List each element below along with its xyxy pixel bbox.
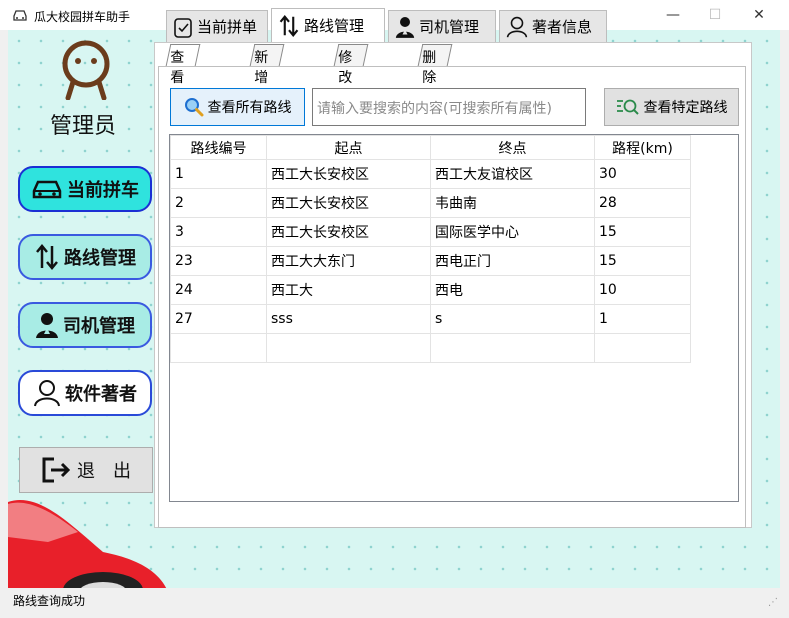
nav-route-management-button[interactable]: 路线管理	[18, 234, 152, 280]
subtab-edit-route[interactable]: 修改路线	[333, 44, 369, 126]
minimize-button[interactable]: —	[650, 0, 696, 30]
user-outline-icon	[506, 16, 528, 37]
table-row[interactable]: 3 西工大长安校区 国际医学中心 15	[170, 217, 691, 247]
cell-end[interactable]: 韦曲南	[430, 188, 595, 218]
nav-driver-management-button[interactable]: 司机管理	[18, 302, 152, 348]
nav-label: 当前拼车	[67, 180, 139, 201]
column-header-route-id[interactable]: 路线编号	[170, 135, 267, 160]
cell-end[interactable]: 西电正门	[430, 246, 595, 276]
cell-start[interactable]: 西工大长安校区	[266, 159, 431, 189]
admin-label: 管理员	[50, 114, 117, 139]
cell-distance[interactable]: 1	[594, 304, 691, 334]
status-text: 路线查询成功	[13, 594, 86, 608]
cell-end[interactable]	[430, 333, 595, 363]
cell-route-id[interactable]	[170, 333, 267, 363]
cell-end[interactable]: 西电	[430, 275, 595, 305]
routes-table[interactable]: 路线编号 起点 终点 路程(km) 1 西工大长安校区 西工大友谊校区 30 2…	[169, 134, 739, 502]
cell-start[interactable]: 西工大长安校区	[266, 217, 431, 247]
subtab-delete-route[interactable]: 删除路线	[417, 44, 453, 126]
cell-route-id[interactable]: 1	[170, 159, 267, 189]
table-row-empty[interactable]	[170, 333, 691, 363]
view-all-routes-button[interactable]: 查看所有路线	[170, 88, 305, 126]
admin-avatar-icon	[62, 40, 110, 100]
cell-end[interactable]: s	[430, 304, 595, 334]
cell-route-id[interactable]: 3	[170, 217, 267, 247]
column-header-end[interactable]: 终点	[430, 135, 595, 160]
subtab-view-routes[interactable]: 查看路线	[165, 44, 201, 126]
cell-start[interactable]: 西工大大东门	[266, 246, 431, 276]
cell-distance[interactable]: 10	[594, 275, 691, 305]
tab-label: 路线管理	[304, 17, 365, 35]
tab-driver-management[interactable]: 司机管理	[388, 10, 496, 42]
search-input[interactable]: 请输入要搜索的内容(可搜索所有属性)	[312, 88, 586, 126]
cell-distance[interactable]: 28	[594, 188, 691, 218]
driver-icon	[36, 313, 58, 338]
cell-route-id[interactable]: 27	[170, 304, 267, 334]
cell-distance[interactable]	[594, 333, 691, 363]
exit-label: 退 出	[77, 461, 131, 482]
window-title: 瓜大校园拼车助手	[34, 10, 131, 24]
app-window: 瓜大校园拼车助手 — ☐ ✕ 管理员 当前拼车 路线管理 司机管理 软件著者 退…	[0, 0, 789, 618]
view-specific-route-button[interactable]: 查看特定路线	[604, 88, 739, 126]
tab-route-management[interactable]: 路线管理	[271, 8, 385, 42]
cell-start[interactable]: sss	[266, 304, 431, 334]
red-car-decoration	[8, 500, 166, 588]
view-specific-label: 查看特定路线	[643, 100, 728, 116]
view-all-label: 查看所有路线	[207, 100, 292, 116]
cell-start[interactable]: 西工大长安校区	[266, 188, 431, 218]
up-down-arrows-icon	[279, 14, 299, 37]
close-button[interactable]: ✕	[736, 0, 782, 30]
maximize-button[interactable]: ☐	[692, 0, 738, 30]
cell-start[interactable]: 西工大	[266, 275, 431, 305]
column-header-start[interactable]: 起点	[266, 135, 431, 160]
nav-label: 软件著者	[65, 384, 137, 405]
cell-route-id[interactable]: 23	[170, 246, 267, 276]
nav-current-carpool-button[interactable]: 当前拼车	[18, 166, 152, 212]
tab-label: 当前拼单	[197, 18, 258, 36]
car-app-icon	[13, 10, 27, 21]
nav-label: 路线管理	[64, 248, 136, 269]
resize-grip-icon[interactable]: ⋰	[768, 597, 778, 608]
tab-author-info[interactable]: 著者信息	[499, 10, 607, 42]
cell-route-id[interactable]: 24	[170, 275, 267, 305]
car-icon	[32, 180, 62, 199]
driver-icon	[395, 16, 415, 38]
cell-distance[interactable]: 15	[594, 217, 691, 247]
table-row[interactable]: 23 西工大大东门 西电正门 15	[170, 246, 691, 276]
subtab-add-route[interactable]: 新增路线	[249, 44, 285, 126]
clipboard-icon	[174, 17, 192, 38]
table-row[interactable]: 1 西工大长安校区 西工大友谊校区 30	[170, 159, 691, 189]
search-placeholder: 请输入要搜索的内容(可搜索所有属性)	[317, 101, 552, 117]
cell-end[interactable]: 国际医学中心	[430, 217, 595, 247]
cell-distance[interactable]: 30	[594, 159, 691, 189]
exit-icon	[42, 457, 71, 483]
column-header-distance[interactable]: 路程(km)	[594, 135, 691, 160]
table-header-row: 路线编号 起点 终点 路程(km)	[170, 135, 691, 160]
table-row[interactable]: 24 西工大 西电 10	[170, 275, 691, 305]
cell-route-id[interactable]: 2	[170, 188, 267, 218]
cell-distance[interactable]: 15	[594, 246, 691, 276]
table-row[interactable]: 27 sss s 1	[170, 304, 691, 334]
user-outline-icon	[34, 380, 60, 407]
nav-software-author-button[interactable]: 软件著者	[18, 370, 152, 416]
tab-label: 司机管理	[419, 18, 480, 36]
cell-end[interactable]: 西工大友谊校区	[430, 159, 595, 189]
table-row[interactable]: 2 西工大长安校区 韦曲南 28	[170, 188, 691, 218]
up-down-arrows-icon	[36, 244, 58, 270]
nav-label: 司机管理	[63, 316, 135, 337]
list-search-icon	[616, 99, 639, 115]
magnifier-icon	[184, 98, 203, 117]
tab-current-orders[interactable]: 当前拼单	[166, 10, 268, 42]
status-bar: 路线查询成功 ⋰	[8, 588, 780, 610]
tab-label: 著者信息	[532, 18, 593, 36]
cell-start[interactable]	[266, 333, 431, 363]
